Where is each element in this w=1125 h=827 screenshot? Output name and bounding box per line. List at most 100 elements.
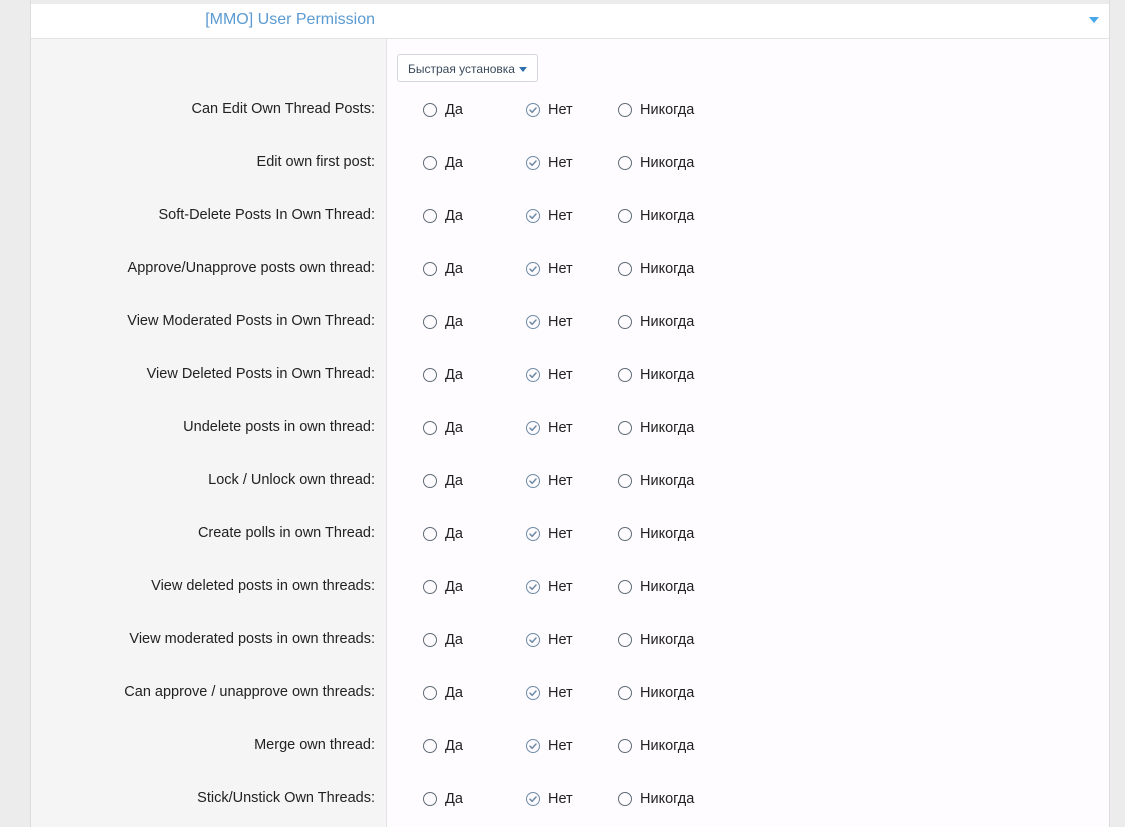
radio-empty-icon[interactable] <box>618 208 632 223</box>
option-no[interactable]: Нет <box>526 189 573 242</box>
section-header[interactable]: [MMO] User Permission <box>31 4 1109 39</box>
option-never[interactable]: Никогда <box>618 507 694 560</box>
option-never[interactable]: Никогда <box>618 189 694 242</box>
radio-checked-icon[interactable] <box>526 208 540 223</box>
radio-empty-icon[interactable] <box>423 473 437 488</box>
option-label: Да <box>445 313 463 330</box>
radio-empty-icon[interactable] <box>618 473 632 488</box>
option-no[interactable]: Нет <box>526 772 573 825</box>
option-yes[interactable]: Да <box>423 666 463 719</box>
option-yes[interactable]: Да <box>423 242 463 295</box>
option-never[interactable]: Никогда <box>618 560 694 613</box>
radio-empty-icon[interactable] <box>423 579 437 594</box>
option-yes[interactable]: Да <box>423 189 463 242</box>
option-never[interactable]: Никогда <box>618 136 694 189</box>
radio-empty-icon[interactable] <box>423 155 437 170</box>
radio-empty-icon[interactable] <box>618 261 632 276</box>
option-no[interactable]: Нет <box>526 719 573 772</box>
radio-checked-icon[interactable] <box>526 579 540 594</box>
option-never[interactable]: Никогда <box>618 348 694 401</box>
quick-set-button[interactable]: Быстрая установка <box>397 54 538 82</box>
option-never[interactable]: Никогда <box>618 719 694 772</box>
radio-checked-icon[interactable] <box>526 314 540 329</box>
radio-checked-icon[interactable] <box>526 420 540 435</box>
option-never[interactable]: Никогда <box>618 454 694 507</box>
option-label: Никогда <box>640 313 695 330</box>
option-yes[interactable]: Да <box>423 401 463 454</box>
radio-checked-icon[interactable] <box>526 791 540 806</box>
radio-checked-icon[interactable] <box>526 685 540 700</box>
permission-label: Can Edit Own Thread Posts: <box>191 101 376 117</box>
option-label: Да <box>445 419 463 436</box>
option-never[interactable]: Никогда <box>618 295 694 348</box>
permission-row-12: Can approve / unapprove own threads: Да … <box>31 666 1109 719</box>
option-no[interactable]: Нет <box>526 136 573 189</box>
radio-empty-icon[interactable] <box>618 367 632 382</box>
radio-checked-icon[interactable] <box>526 526 540 541</box>
radio-empty-icon[interactable] <box>618 738 632 753</box>
option-yes[interactable]: Да <box>423 348 463 401</box>
radio-empty-icon[interactable] <box>618 314 632 329</box>
radio-checked-icon[interactable] <box>526 367 540 382</box>
option-no[interactable]: Нет <box>526 242 573 295</box>
option-label: Нет <box>548 525 573 542</box>
permission-label: Merge own thread: <box>254 737 375 753</box>
option-yes[interactable]: Да <box>423 295 463 348</box>
radio-empty-icon[interactable] <box>618 632 632 647</box>
option-never[interactable]: Никогда <box>618 401 694 454</box>
chevron-down-icon[interactable] <box>1089 17 1099 23</box>
option-yes[interactable]: Да <box>423 136 463 189</box>
option-never[interactable]: Никогда <box>618 83 694 136</box>
radio-checked-icon[interactable] <box>526 155 540 170</box>
radio-empty-icon[interactable] <box>423 420 437 435</box>
radio-checked-icon[interactable] <box>526 738 540 753</box>
option-never[interactable]: Никогда <box>618 613 694 666</box>
option-yes[interactable]: Да <box>423 560 463 613</box>
radio-empty-icon[interactable] <box>423 314 437 329</box>
option-yes[interactable]: Да <box>423 507 463 560</box>
radio-empty-icon[interactable] <box>618 102 632 117</box>
radio-empty-icon[interactable] <box>423 632 437 647</box>
option-label: Никогда <box>640 472 695 489</box>
option-yes[interactable]: Да <box>423 719 463 772</box>
radio-empty-icon[interactable] <box>423 791 437 806</box>
option-no[interactable]: Нет <box>526 83 573 136</box>
option-no[interactable]: Нет <box>526 295 573 348</box>
radio-empty-icon[interactable] <box>423 367 437 382</box>
option-no[interactable]: Нет <box>526 560 573 613</box>
permission-label: Create polls in own Thread: <box>197 525 375 541</box>
permission-label: Undelete posts in own thread: <box>183 419 375 435</box>
option-yes[interactable]: Да <box>423 83 463 136</box>
option-no[interactable]: Нет <box>526 507 573 560</box>
radio-empty-icon[interactable] <box>618 579 632 594</box>
radio-empty-icon[interactable] <box>618 526 632 541</box>
option-yes[interactable]: Да <box>423 454 463 507</box>
option-no[interactable]: Нет <box>526 613 573 666</box>
radio-checked-icon[interactable] <box>526 261 540 276</box>
radio-checked-icon[interactable] <box>526 473 540 488</box>
radio-empty-icon[interactable] <box>423 102 437 117</box>
radio-empty-icon[interactable] <box>618 420 632 435</box>
option-never[interactable]: Никогда <box>618 772 694 825</box>
option-no[interactable]: Нет <box>526 666 573 719</box>
radio-empty-icon[interactable] <box>423 526 437 541</box>
radio-empty-icon[interactable] <box>618 155 632 170</box>
option-no[interactable]: Нет <box>526 454 573 507</box>
option-label: Да <box>445 154 463 171</box>
radio-empty-icon[interactable] <box>618 685 632 700</box>
option-yes[interactable]: Да <box>423 772 463 825</box>
radio-empty-icon[interactable] <box>423 208 437 223</box>
option-label: Нет <box>548 790 573 807</box>
option-never[interactable]: Никогда <box>618 666 694 719</box>
radio-empty-icon[interactable] <box>423 738 437 753</box>
radio-checked-icon[interactable] <box>526 102 540 117</box>
option-label: Нет <box>548 313 573 330</box>
radio-empty-icon[interactable] <box>618 791 632 806</box>
radio-empty-icon[interactable] <box>423 685 437 700</box>
radio-checked-icon[interactable] <box>526 632 540 647</box>
option-no[interactable]: Нет <box>526 401 573 454</box>
radio-empty-icon[interactable] <box>423 261 437 276</box>
option-never[interactable]: Никогда <box>618 242 694 295</box>
option-no[interactable]: Нет <box>526 348 573 401</box>
option-yes[interactable]: Да <box>423 613 463 666</box>
